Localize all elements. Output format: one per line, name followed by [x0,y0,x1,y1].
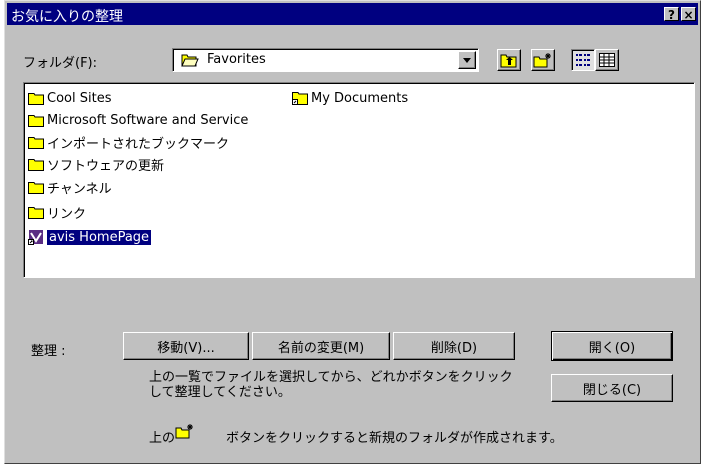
folder-icon [28,158,44,171]
open-folder-icon [181,53,199,71]
instruction-text: 上の一覧でファイルを選択してから、どれかボタンをクリックして整理してください。 [149,370,513,400]
list-item[interactable]: チャンネル [28,178,112,197]
close-dialog-button[interactable]: 閉じる(C) [551,374,673,402]
new-folder-hint-text: ボタンをクリックすると新規のフォルダが作成されます。 [226,431,563,446]
chevron-down-icon [463,57,471,63]
list-item-label: Cool Sites [47,90,112,106]
folder-combo-value: Favorites [207,52,266,67]
folder-label: フォルダ(F): [23,56,98,71]
folder-icon [28,92,44,105]
title-bar[interactable]: お気に入りの整理 ? × [7,3,698,25]
help-button[interactable]: ? [664,7,679,22]
rename-button[interactable]: 名前の変更(M) [252,332,390,360]
folder-icon [28,114,44,127]
folder-icon [28,206,44,219]
new-folder-hint-icon [175,423,195,443]
combo-dropdown-button[interactable] [458,51,476,69]
create-new-folder-button[interactable] [531,49,555,71]
list-item[interactable]: My Documents [292,89,408,107]
list-item[interactable]: ソフトウェアの更新 [28,155,165,174]
up-one-level-button[interactable] [497,49,521,71]
move-button[interactable]: 移動(V)... [123,332,249,360]
list-item-label: avis HomePage [47,229,152,245]
list-item-label: My Documents [311,90,409,106]
folder-icon [28,181,44,194]
folder-icon [28,136,44,149]
open-button[interactable]: 開く(O) [551,331,673,361]
organize-favorites-dialog: お気に入りの整理 ? × フォルダ(F): Favorites Cool Sit… [4,0,701,464]
list-item[interactable]: インポートされたブックマーク [28,133,230,152]
list-view-button[interactable] [571,49,595,71]
list-item[interactable]: Cool Sites [28,89,111,107]
list-view-icon [576,54,590,66]
favorites-list[interactable]: Cool Sites Microsoft Software and Servic… [23,82,695,278]
organize-label: 整理 : [31,344,66,359]
new-folder-icon [533,53,551,68]
folder-combo[interactable]: Favorites [172,48,479,72]
close-button[interactable]: × [681,7,696,22]
list-item-label: リンク [47,206,87,222]
list-item-label: インポートされたブックマーク [47,136,230,152]
list-item[interactable]: リンク [28,203,87,222]
delete-button[interactable]: 削除(D) [393,332,515,360]
list-item[interactable]: Microsoft Software and Service [28,111,248,129]
list-item-label: チャンネル [47,181,112,197]
details-view-icon [599,53,615,67]
new-folder-hint-prefix: 上の [149,431,176,446]
list-item-label: Microsoft Software and Service [47,112,249,128]
window-title: お気に入りの整理 [11,9,123,25]
details-view-button[interactable] [595,49,619,71]
list-item-label: ソフトウェアの更新 [47,158,165,174]
up-folder-icon [500,54,517,68]
shortcut-icon [28,230,43,245]
list-item-selected[interactable]: avis HomePage [28,228,152,246]
folder-shortcut-icon [292,92,308,105]
